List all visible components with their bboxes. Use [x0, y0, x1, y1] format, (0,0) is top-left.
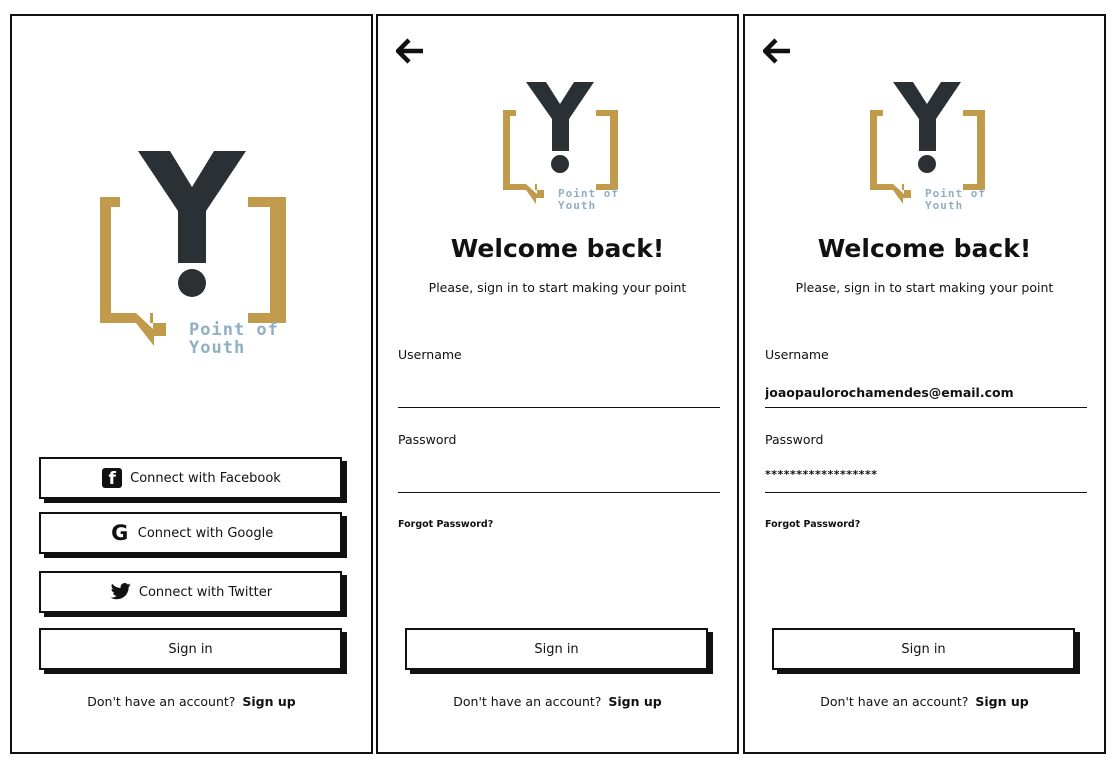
logo-text-line2: Youth [925, 198, 964, 212]
sign-in-label: Sign in [901, 641, 946, 657]
logo-left-bracket [503, 110, 544, 204]
sign-in-button[interactable]: Sign in [772, 628, 1075, 670]
sign-in-label: Sign in [168, 641, 213, 657]
logo-text-line2: Youth [189, 337, 246, 358]
username-label: Username [765, 347, 829, 362]
back-arrow-icon[interactable] [394, 38, 424, 64]
logo-text-line2: Youth [558, 198, 597, 212]
logo-y-letter [893, 82, 961, 151]
sign-in-screen-empty: Point of Youth Welcome back! Please, sig… [376, 14, 739, 754]
forgot-password-link[interactable]: Forgot Password? [765, 519, 860, 530]
signup-prompt: Don't have an account? Sign up [12, 694, 371, 709]
logo-text-line1: Point of [558, 187, 619, 200]
page-subtitle: Please, sign in to start making your poi… [428, 280, 687, 295]
sign-in-screen-filled: Point of Youth Welcome back! Please, sig… [743, 14, 1106, 754]
logo-left-bracket [100, 197, 166, 346]
logo-y-letter [526, 82, 594, 151]
password-input[interactable] [398, 463, 720, 493]
logo-text: Point of Youth [558, 188, 619, 211]
logo-y-letter [138, 151, 246, 263]
logo-text-line1: Point of [925, 187, 986, 200]
sign-up-link[interactable]: Sign up [975, 694, 1028, 709]
connect-facebook-label: Connect with Facebook [130, 470, 281, 486]
username-input[interactable] [765, 378, 1087, 408]
password-label: Password [765, 432, 824, 447]
logo-right-bracket [596, 110, 618, 190]
twitter-icon [109, 581, 133, 603]
welcome-screen: Point of Youth f Connect with Facebook G… [10, 14, 373, 754]
page-title: Welcome back! [817, 234, 1032, 263]
facebook-icon: f [100, 467, 124, 489]
username-input[interactable] [398, 378, 720, 408]
logo-text: Point of Youth [925, 188, 986, 211]
app-logo: Point of Youth [502, 82, 620, 222]
signup-prompt-text: Don't have an account? [87, 694, 236, 709]
logo-right-bracket [963, 110, 985, 190]
signup-prompt-text: Don't have an account? [820, 694, 969, 709]
connect-google-label: Connect with Google [137, 525, 274, 541]
connect-google-button[interactable]: G Connect with Google [39, 512, 342, 554]
signup-prompt-text: Don't have an account? [453, 694, 602, 709]
forgot-password-link[interactable]: Forgot Password? [398, 519, 493, 530]
logo-right-bracket [248, 197, 286, 323]
page-title: Welcome back! [450, 234, 665, 263]
connect-twitter-label: Connect with Twitter [138, 584, 273, 600]
back-arrow-icon[interactable] [761, 38, 791, 64]
sign-in-button[interactable]: Sign in [405, 628, 708, 670]
sign-in-label: Sign in [534, 641, 579, 657]
app-logo: Point of Youth [96, 151, 288, 376]
logo-text: Point of Youth [189, 321, 279, 358]
app-logo: Point of Youth [869, 82, 987, 222]
password-input[interactable] [765, 463, 1087, 493]
signup-prompt: Don't have an account? Sign up [745, 694, 1104, 709]
page-subtitle: Please, sign in to start making your poi… [795, 280, 1054, 295]
connect-twitter-button[interactable]: Connect with Twitter [39, 571, 342, 613]
logo-left-bracket [870, 110, 911, 204]
sign-up-link[interactable]: Sign up [608, 694, 661, 709]
google-icon: G [111, 521, 129, 545]
username-label: Username [398, 347, 462, 362]
connect-facebook-button[interactable]: f Connect with Facebook [39, 457, 342, 499]
signup-prompt: Don't have an account? Sign up [378, 694, 737, 709]
logo-dot [918, 155, 936, 173]
sign-in-button[interactable]: Sign in [39, 628, 342, 670]
password-label: Password [398, 432, 457, 447]
logo-dot [551, 155, 569, 173]
logo-dot [178, 269, 206, 297]
sign-up-link[interactable]: Sign up [242, 694, 295, 709]
